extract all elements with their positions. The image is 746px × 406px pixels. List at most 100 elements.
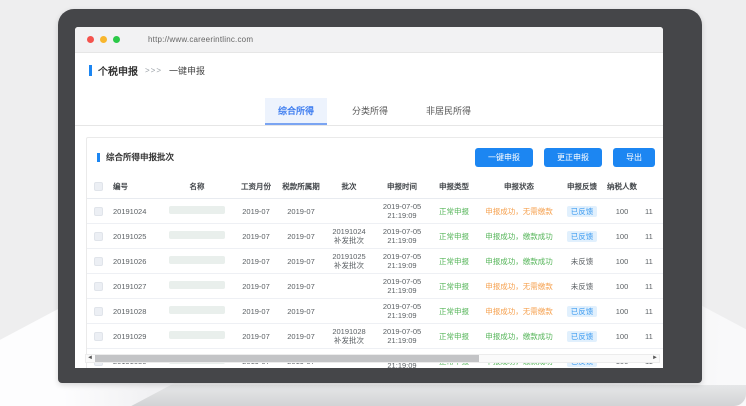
declare-type-cell: 正常申报: [431, 324, 477, 349]
declare-type-label: 正常申报: [439, 282, 469, 291]
browser-window: http://www.careerintlinc.com 个税申报 >>> 一键…: [75, 27, 663, 368]
row-checkbox[interactable]: [94, 207, 103, 216]
breadcrumb-current: 一键申报: [169, 64, 205, 77]
table-row: 201910252019-072019-0720191024补发批次2019-0…: [87, 224, 663, 249]
table-body: 201910242019-072019-072019-07-0521:19:09…: [87, 199, 663, 369]
one-click-declare-button[interactable]: 一键申报: [475, 148, 533, 167]
clipped-column-cell: 11: [641, 324, 663, 349]
batch-id-cell: 20191024: [109, 199, 159, 224]
row-checkbox[interactable]: [94, 307, 103, 316]
clipped-column-cell: 11: [641, 199, 663, 224]
batch-id-cell: 20191029: [109, 324, 159, 349]
horizontal-scrollbar[interactable]: ◄ ►: [85, 354, 660, 363]
tab-comprehensive-income[interactable]: 综合所得: [265, 98, 327, 125]
url-text[interactable]: http://www.careerintlinc.com: [148, 35, 253, 44]
clipped-column-cell: 11: [641, 224, 663, 249]
batch-type-label: 补发批次: [327, 336, 371, 345]
declare-status-label: 申报成功，缴款成功: [485, 332, 553, 341]
feedback-cell: 已反馈: [561, 199, 603, 224]
scroll-left-arrow-icon[interactable]: ◄: [87, 354, 93, 363]
declare-status-cell: 申报成功，无需缴款: [477, 299, 561, 324]
col-header: [641, 175, 663, 199]
salary-month-cell: 2019-07: [235, 274, 277, 299]
col-header: 纳税人数: [603, 175, 641, 199]
card-action-buttons: 一键申报更正申报导出: [464, 147, 655, 167]
name-placeholder: [169, 281, 225, 289]
batch-number: 20191025: [327, 252, 371, 261]
declare-time-cell: 2019-07-0521:19:09: [373, 299, 431, 324]
row-checkbox[interactable]: [94, 232, 103, 241]
row-checkbox[interactable]: [94, 332, 103, 341]
window-minimize-button[interactable]: [100, 36, 107, 43]
declare-date: 2019-07-05: [375, 327, 429, 336]
page-title: 个税申报: [98, 63, 138, 78]
scrollbar-thumb[interactable]: [95, 355, 479, 362]
col-header: 申报反馈: [561, 175, 603, 199]
row-checkbox-cell: [87, 299, 109, 324]
row-checkbox-cell: [87, 199, 109, 224]
accent-bar: [97, 153, 100, 162]
card-title: 综合所得申报批次: [97, 151, 174, 163]
row-checkbox-cell: [87, 274, 109, 299]
breadcrumb-separator: >>>: [145, 66, 162, 75]
declare-status-cell: 申报成功，缴款成功: [477, 324, 561, 349]
clipped-column-cell: 11: [641, 274, 663, 299]
scroll-right-arrow-icon[interactable]: ►: [652, 354, 658, 363]
tab-classified-income[interactable]: 分类所得: [339, 98, 401, 125]
name-cell: [159, 299, 235, 324]
batch-cell: [325, 274, 373, 299]
batch-type-label: 补发批次: [327, 261, 371, 270]
browser-titlebar: http://www.careerintlinc.com: [75, 27, 663, 53]
batch-number: 20191028: [327, 327, 371, 336]
tab-nonresident-income[interactable]: 非居民所得: [413, 98, 484, 125]
export-button[interactable]: 导出: [613, 148, 655, 167]
feedback-badge: 已反馈: [567, 206, 598, 217]
feedback-badge: 已反馈: [567, 231, 598, 242]
window-close-button[interactable]: [87, 36, 94, 43]
declare-type-cell: 正常申报: [431, 299, 477, 324]
taxpayer-count-cell: 100: [603, 299, 641, 324]
declare-clock: 21:19:09: [375, 236, 429, 245]
feedback-badge: 未反馈: [571, 282, 594, 291]
feedback-badge: 已反馈: [567, 306, 598, 317]
declare-time-cell: 2019-07-0521:19:09: [373, 224, 431, 249]
declare-type-label: 正常申报: [439, 207, 469, 216]
declare-date: 2019-07-05: [375, 302, 429, 311]
correct-declare-button[interactable]: 更正申报: [544, 148, 602, 167]
name-placeholder: [169, 206, 225, 214]
header-row: 编号名称工资月份税款所属期批次申报时间申报类型申报状态申报反馈纳税人数: [87, 175, 663, 199]
batch-cell: [325, 199, 373, 224]
tax-period-cell: 2019-07: [277, 249, 325, 274]
batch-id-cell: 20191027: [109, 274, 159, 299]
feedback-badge: 未反馈: [571, 257, 594, 266]
feedback-cell: 已反馈: [561, 224, 603, 249]
declare-date: 2019-07-05: [375, 252, 429, 261]
clipped-column-cell: 11: [641, 249, 663, 274]
taxpayer-count-cell: 100: [603, 249, 641, 274]
table-row: 201910292019-072019-0720191028补发批次2019-0…: [87, 324, 663, 349]
row-checkbox[interactable]: [94, 282, 103, 291]
feedback-cell: 已反馈: [561, 299, 603, 324]
declare-status-cell: 申报成功，无需缴款: [477, 199, 561, 224]
col-header: 编号: [109, 175, 159, 199]
table-row: 201910272019-072019-072019-07-0521:19:09…: [87, 274, 663, 299]
declare-type-label: 正常申报: [439, 332, 469, 341]
declare-type-cell: 正常申报: [431, 199, 477, 224]
declare-status-label: 申报成功，无需缴款: [485, 282, 553, 291]
select-all-checkbox[interactable]: [94, 182, 103, 191]
col-header: 申报时间: [373, 175, 431, 199]
feedback-cell: 未反馈: [561, 249, 603, 274]
batch-cell: 20191025补发批次: [325, 249, 373, 274]
table-head: 编号名称工资月份税款所属期批次申报时间申报类型申报状态申报反馈纳税人数: [87, 175, 663, 199]
breadcrumb: 个税申报 >>> 一键申报: [89, 63, 663, 78]
table-row: 201910262019-072019-0720191025补发批次2019-0…: [87, 249, 663, 274]
batch-number: 20191024: [327, 227, 371, 236]
name-cell: [159, 324, 235, 349]
row-checkbox[interactable]: [94, 257, 103, 266]
batch-cell: 20191028补发批次: [325, 324, 373, 349]
clipped-column-cell: 11: [641, 299, 663, 324]
window-maximize-button[interactable]: [113, 36, 120, 43]
declare-clock: 21:19:09: [375, 261, 429, 270]
declare-date: 2019-07-05: [375, 227, 429, 236]
batches-table-wrap: 编号名称工资月份税款所属期批次申报时间申报类型申报状态申报反馈纳税人数20191…: [87, 175, 663, 368]
